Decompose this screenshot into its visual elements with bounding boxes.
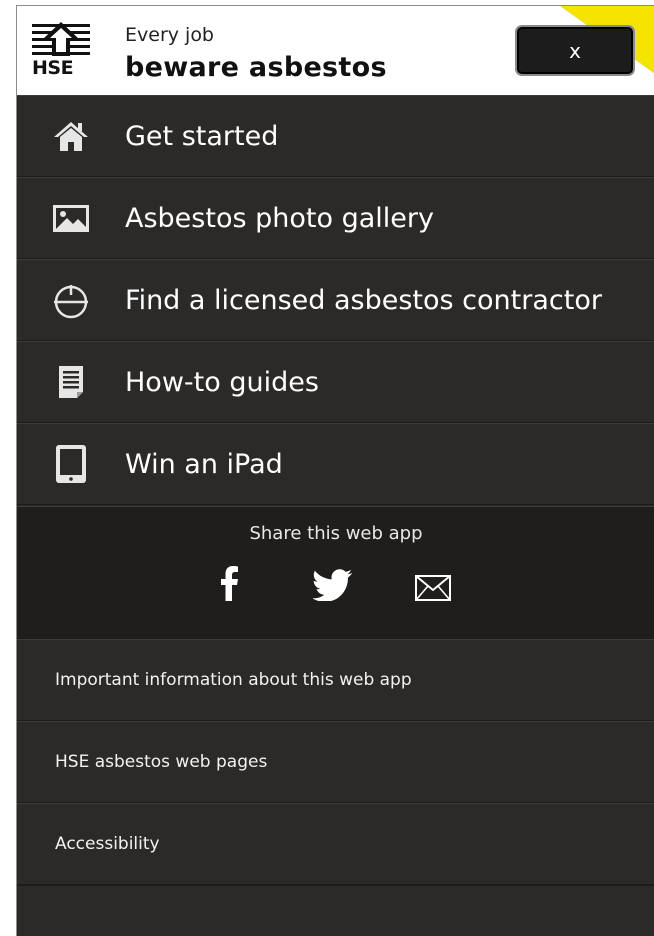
header-title: beware asbestos [125,52,387,83]
photo-icon [53,205,89,232]
link-hse-asbestos-pages[interactable]: HSE asbestos web pages [17,721,654,803]
menu-item-label: Asbestos photo gallery [125,202,434,234]
menu-item-get-started[interactable]: Get started [17,95,654,177]
info-links: Important information about this web app… [17,639,654,885]
menu-item-label: Get started [125,120,279,152]
link-label: HSE asbestos web pages [55,752,268,772]
share-section: Share this web app [17,506,654,640]
home-icon [54,122,88,151]
link-accessibility[interactable]: Accessibility [17,803,654,885]
menu-item-find-contractor[interactable]: Find a licensed asbestos contractor [17,259,654,341]
close-button[interactable]: x [515,25,635,76]
twitter-icon[interactable] [313,569,353,601]
tablet-icon [56,445,86,483]
document-icon [59,366,83,398]
link-label: Important information about this web app [55,670,412,690]
main-menu: Get started Asbestos photo gallery Find … [17,95,654,505]
logo-text: HSE [32,57,74,79]
header-subtitle: Every job [125,24,214,46]
menu-item-win-ipad[interactable]: Win an iPad [17,423,654,505]
link-label: Accessibility [55,834,160,854]
hse-logo: HSE [32,22,90,80]
hse-logo-mark-icon [32,22,90,56]
menu-item-how-to-guides[interactable]: How-to guides [17,341,654,423]
email-icon[interactable] [415,575,451,601]
footer-area [17,885,654,936]
app-frame: HSE Every job beware asbestos x Get star… [16,5,654,936]
facebook-icon[interactable] [218,565,240,601]
app-header: HSE Every job beware asbestos x [17,6,654,95]
link-important-information[interactable]: Important information about this web app [17,639,654,721]
share-title: Share this web app [249,523,423,544]
menu-item-label: Win an iPad [125,448,283,480]
menu-item-label: How-to guides [125,366,319,398]
menu-item-photo-gallery[interactable]: Asbestos photo gallery [17,177,654,259]
menu-item-label: Find a licensed asbestos contractor [125,284,602,316]
crosshair-icon [54,285,88,319]
close-button-label: x [569,38,581,63]
